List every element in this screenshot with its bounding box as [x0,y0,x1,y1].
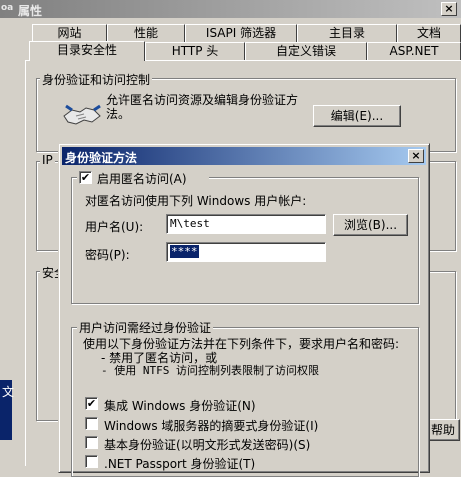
username-label: 用户名(U): [85,220,144,234]
tab-http-headers[interactable]: HTTP 头 [145,42,245,60]
basic-auth-label: 基本身份验证(以明文形式发送密码)(S) [104,438,311,452]
tab-performance[interactable]: 性能 [107,24,185,42]
auth-condition-2: - 使用 NTFS 访问控制列表限制了访问权限 [101,364,319,377]
tab-home-directory[interactable]: 主目录 [297,24,397,42]
password-label: 密码(P): [85,248,130,262]
edit-button[interactable]: 编辑(E)... [313,105,401,127]
tab-documents[interactable]: 文档 [397,24,461,42]
integrated-windows-auth-label: 集成 Windows 身份验证(N) [104,399,256,413]
anon-checkbox-row: ✔ 启用匿名访问(A) [77,169,209,186]
password-input[interactable]: **** [166,242,326,262]
digest-auth-label: Windows 域服务器的摘要式身份验证(I) [104,419,319,433]
digest-auth-checkbox[interactable] [85,417,98,430]
window-title: 属性 [18,4,43,18]
anon-checkbox[interactable]: ✔ [79,171,92,184]
password-value: **** [170,245,199,258]
tab-custom-errors[interactable]: 自定义错误 [245,42,367,60]
window-icon: oa [1,3,14,13]
dialog-title: 身份验证方法 [65,151,138,165]
close-button[interactable]: × [441,2,457,16]
tab-isapi-filters[interactable]: ISAPI 筛选器 [185,24,297,42]
auth-description: 允许匿名访问资源及编辑身份验证方法。 [106,93,299,121]
browse-button[interactable]: 浏览(B)... [333,214,408,236]
passport-auth-checkbox[interactable] [85,455,98,468]
handshake-icon [62,98,102,128]
anon-description: 对匿名访问使用下列 Windows 用户帐户: [85,194,307,208]
auth-methods-dialog: 身份验证方法 × ✔ 启用匿名访问(A) 对匿名访问使用下列 Windows 用… [58,143,430,477]
passport-auth-label: .NET Passport 身份验证(T) [104,457,256,471]
tab-directory-security[interactable]: 目录安全性 [29,41,145,61]
username-input[interactable]: M\test [166,214,326,234]
ip-group-label: IP [40,153,55,167]
window-titlebar[interactable]: oa 属性 × [0,0,461,18]
basic-auth-checkbox[interactable] [85,436,98,449]
authenticated-access-group-label: 用户访问需经过身份验证 [77,319,214,336]
tab-aspnet[interactable]: ASP.NET [367,42,461,60]
tab-website[interactable]: 网站 [32,24,107,42]
taskbar-text: 文 [2,385,15,399]
dialog-close-button[interactable]: × [408,149,424,163]
auth-access-group-label: 身份验证和访问控制 [40,71,153,88]
integrated-windows-auth-checkbox[interactable]: ✔ [85,397,98,410]
anon-checkbox-label: 启用匿名访问(A) [97,172,187,186]
dialog-titlebar[interactable]: 身份验证方法 × [62,147,426,165]
